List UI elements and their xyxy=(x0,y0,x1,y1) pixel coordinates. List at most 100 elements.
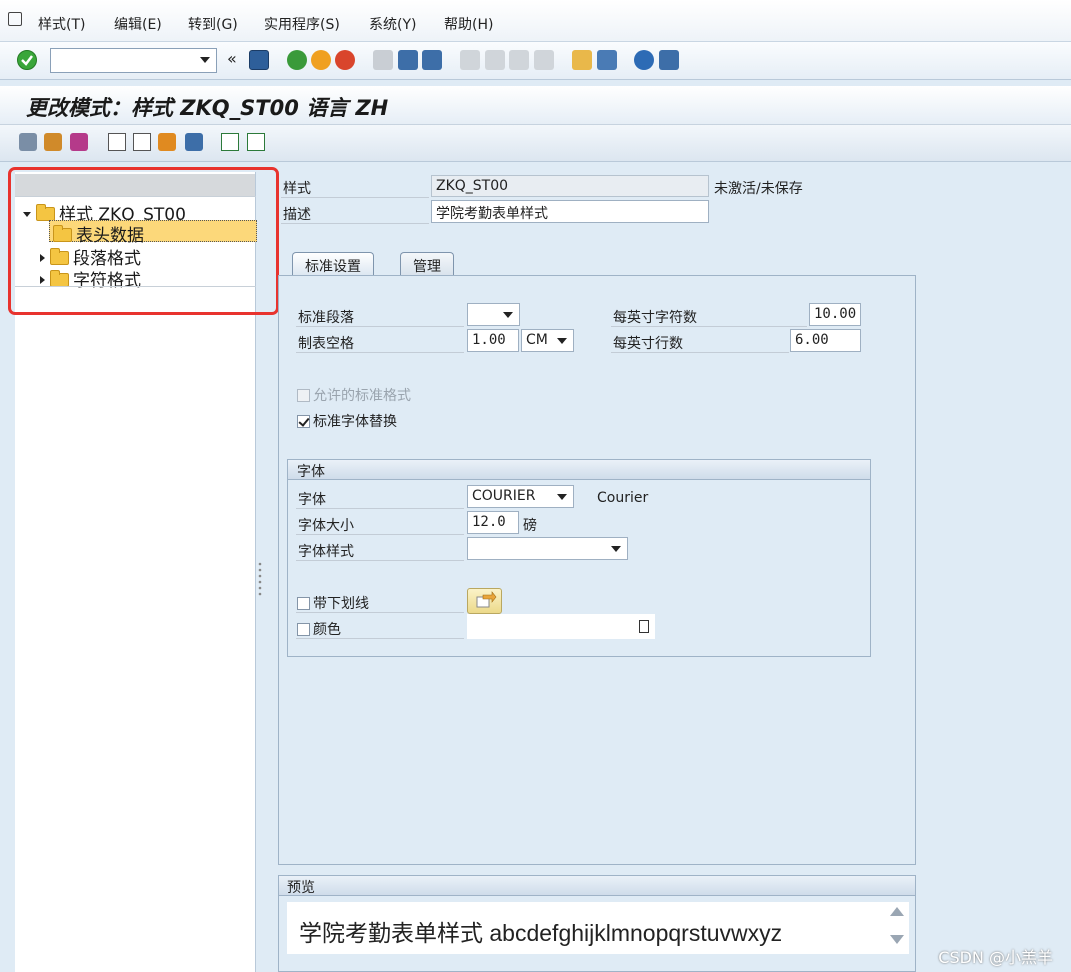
font-group-header: 字体 xyxy=(288,460,870,480)
tab-administration[interactable]: 管理 xyxy=(400,252,454,276)
divider xyxy=(296,638,464,639)
font-group-title: 字体 xyxy=(297,464,325,480)
std-paragraph-select[interactable] xyxy=(467,303,520,326)
divider xyxy=(281,197,429,198)
checkbox-checked-icon[interactable] xyxy=(297,415,310,428)
command-field[interactable] xyxy=(50,48,217,73)
checkbox-icon[interactable] xyxy=(297,623,310,636)
std-font-subst-checkbox[interactable]: 标准字体替换 xyxy=(297,411,397,431)
scroll-up-icon[interactable] xyxy=(890,907,904,916)
page-title: 更改模式：样式 ZKQ_ST00 语言 ZH xyxy=(26,96,389,120)
shortcut-icon[interactable] xyxy=(597,50,617,70)
preview-area: 学院考勤表单样式 abcdefghijklmnopqrstuvwxyz xyxy=(287,902,909,954)
help-icon[interactable] xyxy=(634,50,654,70)
print-icon[interactable] xyxy=(373,50,393,70)
display-change-icon[interactable] xyxy=(19,133,37,151)
divider xyxy=(281,223,429,224)
cancel-icon[interactable] xyxy=(335,50,355,70)
exit-icon[interactable] xyxy=(311,50,331,70)
allowed-std-formats-checkbox[interactable]: 允许的标准格式 xyxy=(297,385,411,405)
find-next-icon[interactable] xyxy=(422,50,442,70)
menu-icon[interactable] xyxy=(8,12,22,26)
chevron-down-icon[interactable] xyxy=(611,546,621,552)
chevron-down-icon[interactable] xyxy=(200,57,210,63)
highlight-box xyxy=(8,167,279,315)
style-field: ZKQ_ST00 xyxy=(431,175,709,197)
font-size-unit: 磅 xyxy=(523,518,537,534)
last-page-icon[interactable] xyxy=(534,50,554,70)
watermark: CSDN @小羔羊 xyxy=(938,948,1053,967)
tab-space-label: 制表空格 xyxy=(298,336,354,352)
next-page-icon[interactable] xyxy=(509,50,529,70)
divider xyxy=(296,560,464,561)
menu-item-goto[interactable]: 转到(G) xyxy=(188,14,238,34)
underline-details-button[interactable] xyxy=(467,588,502,614)
splitter-handle[interactable] xyxy=(258,560,262,596)
tab-standard-settings[interactable]: 标准设置 xyxy=(292,252,374,276)
check-icon[interactable] xyxy=(44,133,62,151)
expand-icon[interactable] xyxy=(221,133,239,151)
collapse-icon[interactable] xyxy=(247,133,265,151)
enter-check-icon[interactable] xyxy=(17,50,37,70)
font-style-label: 字体样式 xyxy=(298,544,354,560)
create-icon[interactable] xyxy=(108,133,126,151)
chars-per-inch-label: 每英寸字符数 xyxy=(613,310,697,326)
save-icon[interactable] xyxy=(249,50,269,70)
activate-icon[interactable] xyxy=(70,133,88,151)
tab-space-unit-select[interactable]: CM xyxy=(521,329,574,352)
menu-item-style[interactable]: 样式(T) xyxy=(38,14,85,34)
copy-icon[interactable] xyxy=(133,133,151,151)
allowed-std-formats-label: 允许的标准格式 xyxy=(313,388,411,404)
layout-menu-icon[interactable] xyxy=(659,50,679,70)
divider xyxy=(296,352,464,353)
description-label: 描述 xyxy=(283,207,311,223)
rename-icon[interactable] xyxy=(158,133,176,151)
preview-title: 预览 xyxy=(287,880,315,896)
divider xyxy=(611,326,807,327)
lines-per-inch-label: 每英寸行数 xyxy=(613,336,683,352)
color-label: 颜色 xyxy=(313,622,341,638)
first-page-icon[interactable] xyxy=(460,50,480,70)
font-label: 字体 xyxy=(298,492,326,508)
chevron-down-icon[interactable] xyxy=(557,338,567,344)
menu-item-system[interactable]: 系统(Y) xyxy=(369,14,416,34)
value-help-icon[interactable] xyxy=(639,620,649,633)
menu-item-edit[interactable]: 编辑(E) xyxy=(114,14,162,34)
divider xyxy=(296,534,464,535)
divider xyxy=(611,352,789,353)
scroll-down-icon[interactable] xyxy=(890,935,904,944)
chevron-down-icon[interactable] xyxy=(557,494,567,500)
find-icon[interactable] xyxy=(398,50,418,70)
chevron-down-icon[interactable] xyxy=(503,312,513,318)
tab-space-field[interactable]: 1.00 xyxy=(467,329,519,352)
font-value: COURIER xyxy=(472,488,536,504)
back-icon[interactable] xyxy=(287,50,307,70)
tab-space-unit-value: CM xyxy=(526,332,548,348)
checkbox-icon[interactable] xyxy=(297,597,310,610)
font-select[interactable]: COURIER xyxy=(467,485,574,508)
menu-item-help[interactable]: 帮助(H) xyxy=(444,14,493,34)
divider xyxy=(296,326,464,327)
checkbox-icon[interactable] xyxy=(297,389,310,402)
status-text: 未激活/未保存 xyxy=(714,181,803,197)
underline-checkbox[interactable]: 带下划线 xyxy=(297,593,369,613)
underline-label: 带下划线 xyxy=(313,596,369,612)
std-font-subst-label: 标准字体替换 xyxy=(313,414,397,430)
font-size-label: 字体大小 xyxy=(298,518,354,534)
previous-page-icon[interactable] xyxy=(485,50,505,70)
description-field[interactable]: 学院考勤表单样式 xyxy=(431,200,709,223)
chars-per-inch-field[interactable]: 10.00 xyxy=(809,303,861,326)
color-field[interactable] xyxy=(467,614,655,639)
font-size-field[interactable]: 12.0 xyxy=(467,511,519,534)
delete-icon[interactable] xyxy=(185,133,203,151)
font-description: Courier xyxy=(597,490,649,506)
lines-per-inch-field[interactable]: 6.00 xyxy=(790,329,861,352)
font-style-select[interactable] xyxy=(467,537,628,560)
menu-item-utilities[interactable]: 实用程序(S) xyxy=(264,14,340,34)
divider xyxy=(296,612,464,613)
std-paragraph-label: 标准段落 xyxy=(298,310,354,326)
color-checkbox[interactable]: 颜色 xyxy=(297,619,341,639)
new-session-icon[interactable] xyxy=(572,50,592,70)
history-icon[interactable]: « xyxy=(227,49,237,68)
divider xyxy=(296,508,464,509)
